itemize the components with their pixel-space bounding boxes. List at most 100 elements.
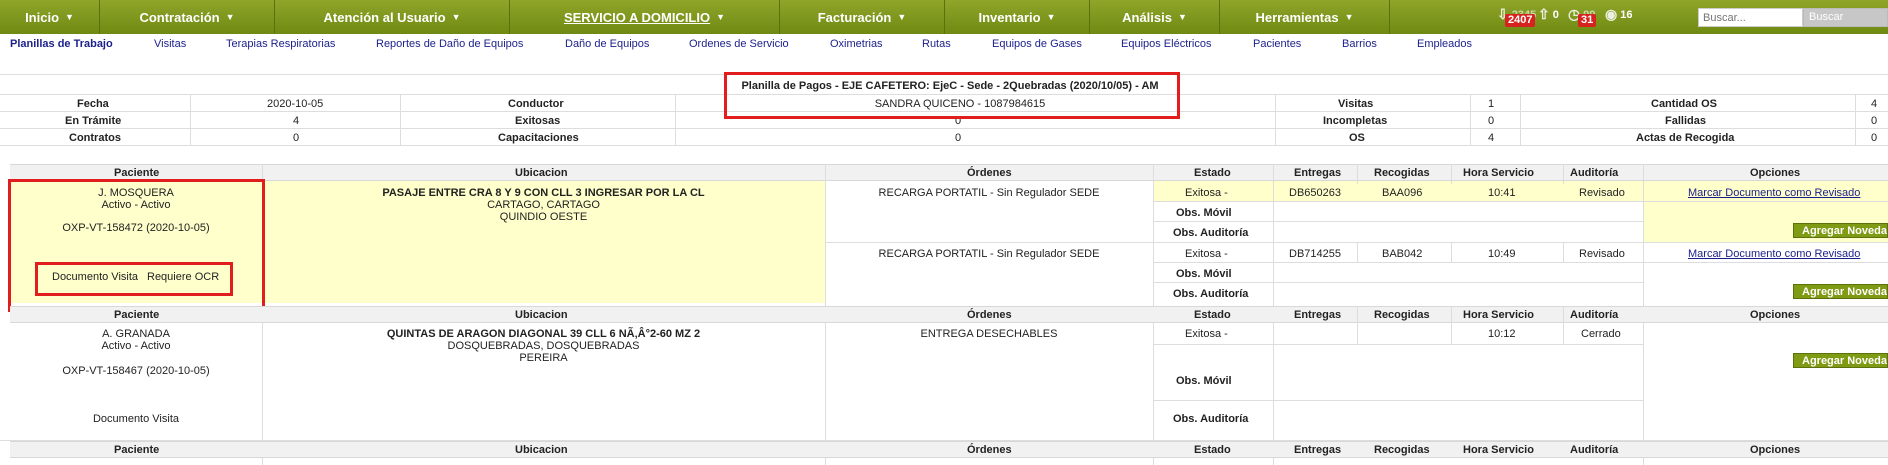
obs-auditoria-label: Obs. Auditoría — [1173, 413, 1249, 425]
col-ubicacion: Ubicacion — [515, 167, 568, 179]
address-region: QUINDIO OESTE — [499, 211, 588, 223]
notification-badge: 2407 — [1505, 14, 1536, 27]
nav-servicio-domicilio[interactable]: SERVICIO A DOMICILIO ▼ — [510, 0, 780, 34]
subnav-equipos-electricos[interactable]: Equipos Eléctricos — [1121, 38, 1212, 50]
mark-reviewed-link[interactable]: Marcar Documento como Revisado — [1688, 247, 1860, 261]
col-opciones: Opciones — [1750, 444, 1801, 456]
divider — [1451, 242, 1452, 262]
notification-eye[interactable]: ◉ 16 — [1605, 6, 1632, 23]
divider — [1563, 164, 1564, 184]
incompletas-label: Incompletas — [1323, 115, 1388, 127]
mark-reviewed-link[interactable]: Marcar Documento como Revisado — [1688, 186, 1860, 200]
subnav-visitas[interactable]: Visitas — [154, 38, 186, 50]
address-region: PEREIRA — [519, 352, 568, 364]
subnav-ordenes[interactable]: Ordenes de Servicio — [689, 38, 789, 50]
nav-inventario[interactable]: Inventario ▼ — [945, 0, 1090, 34]
subnav-equipos-gases[interactable]: Equipos de Gases — [992, 38, 1082, 50]
obs-movil-label: Obs. Móvil — [1176, 375, 1232, 387]
nav-facturacion[interactable]: Facturación ▼ — [780, 0, 945, 34]
chevron-down-icon: ▼ — [1177, 12, 1187, 22]
divider — [1357, 242, 1358, 262]
add-novelty-button[interactable]: Agregar Novedad — [1793, 223, 1888, 238]
os-label: OS — [1349, 132, 1365, 144]
order-status: Exitosa - — [1185, 187, 1228, 199]
divider — [190, 94, 191, 145]
subnav-reportes-dano[interactable]: Reportes de Daño de Equipos — [376, 38, 523, 50]
order-desc: RECARGA PORTATIL - Sin Regulador SEDE — [878, 187, 1100, 199]
annotation-highlight-box — [724, 72, 1180, 119]
divider — [825, 242, 1888, 243]
col-opciones: Opciones — [1750, 167, 1801, 179]
col-recogidas: Recogidas — [1374, 444, 1430, 456]
col-estado: Estado — [1194, 309, 1231, 321]
nav-label: Análisis — [1122, 9, 1172, 25]
subnav-planillas[interactable]: Planillas de Trabajo — [10, 38, 113, 50]
col-recogidas: Recogidas — [1374, 309, 1430, 321]
col-estado: Estado — [1194, 444, 1231, 456]
obs-auditoria-label: Obs. Auditoría — [1173, 288, 1249, 300]
delivery-code: DB714255 — [1289, 248, 1341, 260]
subnav-rutas[interactable]: Rutas — [922, 38, 951, 50]
divider — [400, 94, 401, 145]
nav-label: Contratación — [139, 9, 220, 25]
search-button[interactable]: Buscar — [1803, 8, 1888, 27]
search-input[interactable] — [1698, 8, 1803, 27]
chevron-down-icon: ▼ — [897, 12, 907, 22]
nav-label: SERVICIO A DOMICILIO — [563, 9, 711, 25]
order-desc: RECARGA PORTATIL - Sin Regulador SEDE — [878, 248, 1100, 260]
divider — [0, 145, 1888, 146]
os-value: 4 — [1488, 132, 1495, 144]
col-auditoria: Auditoría — [1570, 309, 1619, 321]
subnav-oximetrias[interactable]: Oximetrias — [830, 38, 883, 50]
divider — [1153, 282, 1643, 283]
col-paciente: Paciente — [114, 444, 160, 456]
notification-upload[interactable]: ⇧ 0 — [1538, 6, 1559, 23]
subnav-empleados[interactable]: Empleados — [1417, 38, 1472, 50]
tramite-value: 4 — [293, 115, 300, 127]
document-visit[interactable]: Documento Visita — [10, 412, 262, 426]
capacitaciones-value: 0 — [955, 132, 962, 144]
upload-icon: ⇧ — [1538, 6, 1550, 22]
nav-analisis[interactable]: Análisis ▼ — [1090, 0, 1220, 34]
col-paciente: Paciente — [114, 167, 160, 179]
obs-auditoria-label: Obs. Auditoría — [1173, 227, 1249, 239]
nav-label: Inventario — [978, 9, 1041, 25]
audit-status: Cerrado — [1581, 328, 1621, 340]
add-novelty-button[interactable]: Agregar Novedad — [1793, 353, 1888, 368]
col-hora: Hora Servicio — [1463, 309, 1534, 321]
chevron-down-icon: ▼ — [451, 12, 461, 22]
subnav-dano-equipos[interactable]: Daño de Equipos — [565, 38, 649, 50]
eye-icon: ◉ — [1605, 6, 1618, 22]
subnav-barrios[interactable]: Barrios — [1342, 38, 1377, 50]
nav-contratacion[interactable]: Contratación ▼ — [100, 0, 275, 34]
divider — [1855, 94, 1856, 145]
divider — [0, 128, 1888, 129]
nav-inicio[interactable]: Inicio ▼ — [0, 0, 100, 34]
cantidad-os-label: Cantidad OS — [1651, 98, 1718, 110]
exitosas-label: Exitosas — [515, 115, 561, 127]
divider — [675, 94, 676, 145]
order-status: Exitosa - — [1185, 328, 1228, 340]
col-paciente: Paciente — [114, 309, 160, 321]
add-novelty-button[interactable]: Agregar Novedad — [1793, 284, 1888, 299]
subnav-pacientes[interactable]: Pacientes — [1253, 38, 1301, 50]
chevron-down-icon: ▼ — [65, 12, 74, 22]
col-auditoria: Auditoría — [1570, 444, 1619, 456]
divider — [1153, 221, 1643, 222]
cantidad-os-value: 4 — [1871, 98, 1878, 110]
col-hora: Hora Servicio — [1463, 167, 1534, 179]
col-ordenes: Órdenes — [967, 444, 1012, 456]
divider — [1520, 94, 1521, 145]
chevron-down-icon: ▼ — [1344, 12, 1354, 22]
col-hora: Hora Servicio — [1463, 444, 1534, 456]
nav-atencion[interactable]: Atención al Usuario ▼ — [275, 0, 510, 34]
service-time: 10:41 — [1488, 187, 1516, 199]
divider — [1153, 400, 1643, 401]
col-estado: Estado — [1194, 167, 1231, 179]
nav-herramientas[interactable]: Herramientas ▼ — [1220, 0, 1390, 34]
subnav-terapias[interactable]: Terapias Respiratorias — [226, 38, 335, 50]
contratos-value: 0 — [293, 132, 300, 144]
divider — [1275, 94, 1276, 145]
service-time: 10:12 — [1488, 328, 1516, 340]
notif-count: 0 — [1552, 8, 1559, 21]
